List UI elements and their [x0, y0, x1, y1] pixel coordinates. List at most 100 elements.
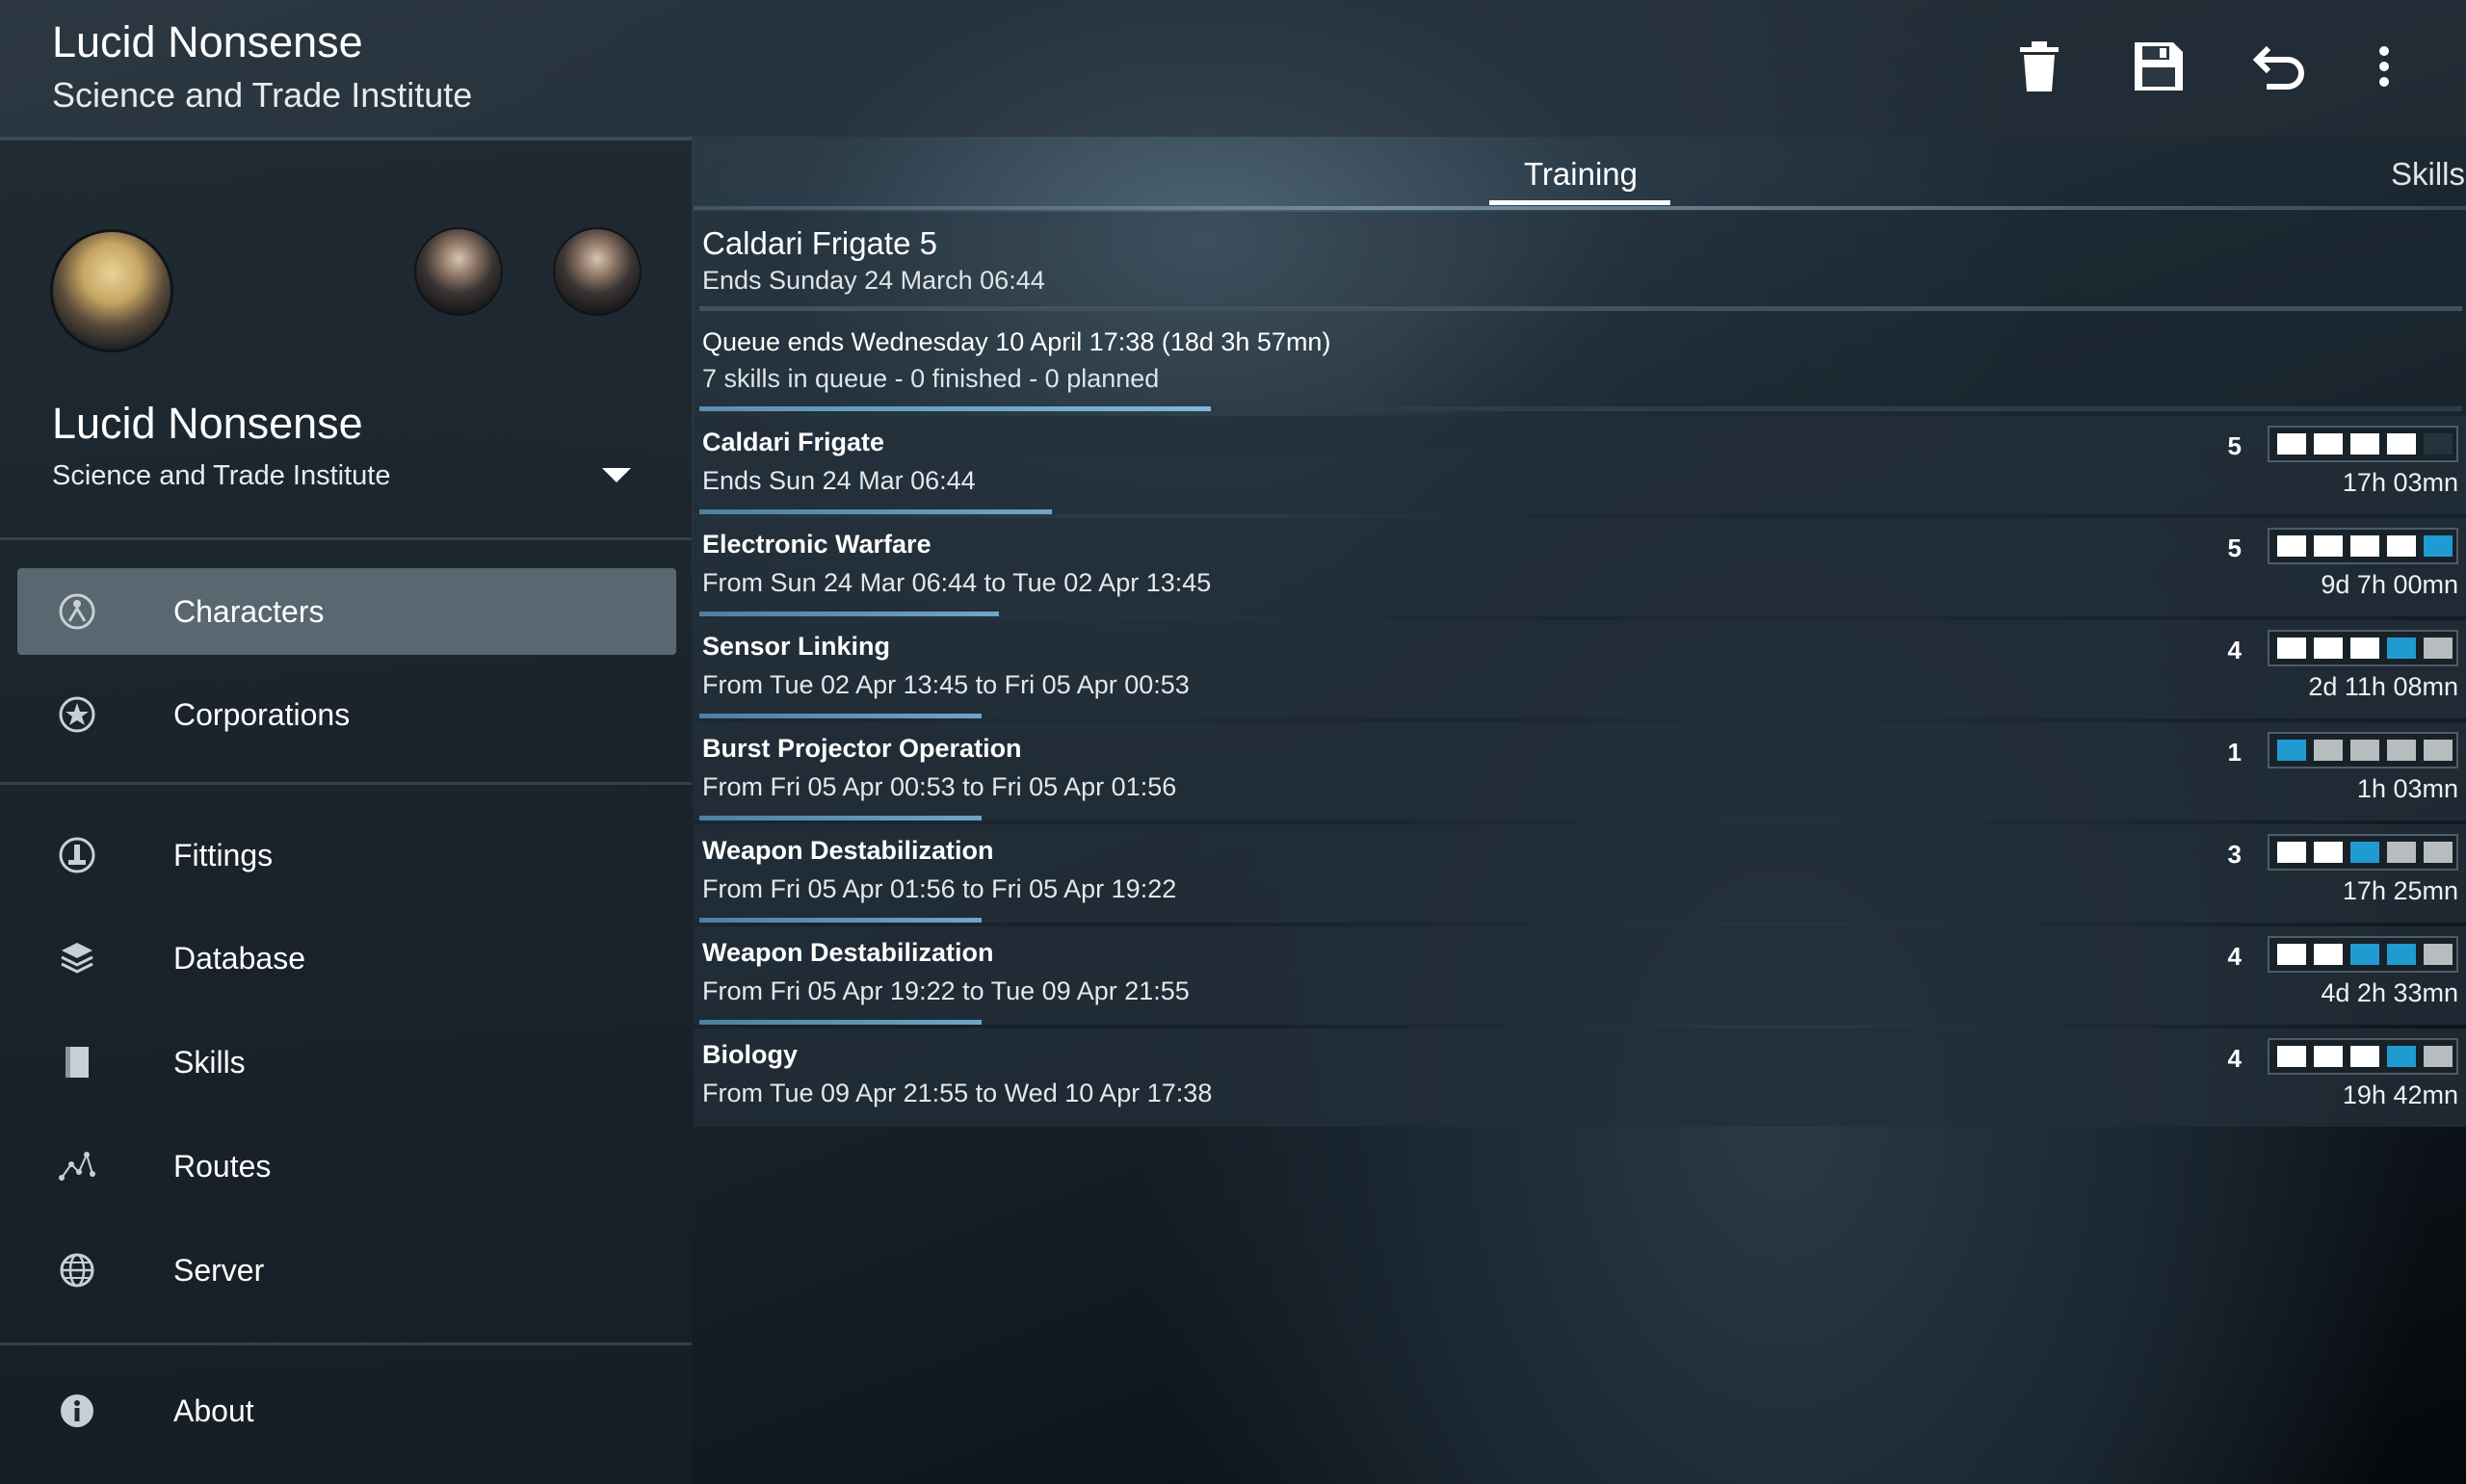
level-cell — [2387, 944, 2416, 965]
skill-queue-row[interactable]: Biology From Tue 09 Apr 21:55 to Wed 10 A… — [694, 1028, 2466, 1127]
skill-name: Electronic Warfare — [702, 530, 931, 559]
character-corp: Science and Trade Institute — [52, 460, 391, 491]
skill-level: 4 — [2227, 1044, 2242, 1073]
skill-duration: 2d 11h 08mn — [2308, 672, 2458, 701]
level-cell — [2277, 638, 2306, 659]
skill-level: 3 — [2227, 840, 2242, 869]
queue-progress-fill — [699, 406, 1211, 411]
skill-duration: 17h 03mn — [2342, 468, 2458, 497]
skill-duration: 4d 2h 33mn — [2321, 978, 2458, 1007]
tab-indicator — [1489, 200, 1670, 205]
skill-progress-bar — [699, 612, 1000, 616]
skill-duration: 19h 42mn — [2342, 1080, 2458, 1109]
nav-item-characters[interactable]: Characters — [17, 568, 676, 655]
database-icon — [58, 939, 96, 977]
level-cell — [2424, 842, 2453, 863]
nav-item-database[interactable]: Database — [17, 915, 676, 1002]
level-indicator — [2268, 1038, 2458, 1075]
skills-icon — [58, 1043, 96, 1081]
skill-progress-bar — [699, 714, 982, 718]
level-cell — [2350, 638, 2379, 659]
skill-progress-bar — [699, 509, 1052, 514]
skill-time-range: From Fri 05 Apr 01:56 to Fri 05 Apr 19:2… — [702, 874, 1177, 903]
nav-label: Database — [173, 940, 305, 976]
nav-label: Server — [173, 1252, 265, 1288]
nav-label: Characters — [173, 593, 325, 629]
level-indicator — [2268, 732, 2458, 768]
tab-training[interactable]: Training — [1524, 156, 1638, 193]
level-indicator — [2268, 936, 2458, 973]
nav-item-skills[interactable]: Skills — [17, 1019, 676, 1106]
nav-item-about[interactable]: About — [17, 1367, 676, 1454]
navigation-drawer: Lucid Nonsense Science and Trade Institu… — [0, 137, 692, 1484]
nav-label: Routes — [173, 1148, 272, 1184]
level-indicator — [2268, 834, 2458, 871]
skill-level: 5 — [2227, 431, 2242, 460]
skill-progress-bar — [699, 918, 982, 923]
nav-item-routes[interactable]: Routes — [17, 1123, 676, 1210]
avatar-secondary[interactable] — [414, 227, 503, 316]
nav-label: Fittings — [173, 837, 274, 872]
skill-time-range: From Tue 02 Apr 13:45 to Fri 05 Apr 00:5… — [702, 670, 1190, 699]
tab-skills[interactable]: Skills — [2391, 156, 2465, 193]
nav-label: Corporations — [173, 696, 351, 732]
app-bar: Lucid Nonsense Science and Trade Institu… — [0, 0, 2466, 137]
skill-duration: 17h 25mn — [2342, 876, 2458, 905]
nav-item-server[interactable]: Server — [17, 1227, 676, 1314]
nav-label: About — [173, 1393, 254, 1428]
app-title: Lucid Nonsense — [52, 17, 363, 66]
level-cell — [2424, 535, 2453, 557]
skill-level: 1 — [2227, 738, 2242, 767]
nav-item-corporations[interactable]: Corporations — [17, 671, 676, 758]
level-indicator — [2268, 528, 2458, 564]
level-cell — [2277, 944, 2306, 965]
level-cell — [2314, 638, 2343, 659]
skill-queue-row[interactable]: Caldari Frigate Ends Sun 24 Mar 06:44 5 17h… — [694, 416, 2466, 514]
skill-name: Sensor Linking — [702, 632, 891, 661]
level-cell — [2314, 842, 2343, 863]
routes-icon — [58, 1147, 96, 1185]
skill-queue-row[interactable]: Electronic Warfare From Sun 24 Mar 06:44 … — [694, 518, 2466, 616]
divider — [0, 537, 692, 540]
level-cell — [2314, 944, 2343, 965]
skill-time-range: From Fri 05 Apr 19:22 to Tue 09 Apr 21:5… — [702, 976, 1190, 1005]
level-cell — [2424, 433, 2453, 455]
skill-time-range: From Fri 05 Apr 00:53 to Fri 05 Apr 01:5… — [702, 772, 1177, 801]
skill-queue-row[interactable]: Weapon Destabilization From Fri 05 Apr 01… — [694, 824, 2466, 923]
skill-level: 4 — [2227, 942, 2242, 971]
skill-queue-row[interactable]: Burst Projector Operation From Fri 05 Apr… — [694, 722, 2466, 820]
skill-progress-bar — [699, 816, 982, 820]
level-cell — [2277, 842, 2306, 863]
queue-ends: Queue ends Wednesday 10 April 17:38 (18d… — [702, 327, 1331, 356]
level-cell — [2350, 740, 2379, 761]
level-indicator — [2268, 630, 2458, 666]
more-vert-icon[interactable] — [2350, 33, 2418, 100]
undo-icon[interactable] — [2246, 33, 2314, 100]
corporations-icon — [58, 695, 96, 734]
fittings-icon — [58, 836, 96, 874]
tab-bar: Training Skills — [694, 137, 2466, 212]
dropdown-arrow-icon[interactable] — [602, 468, 631, 482]
level-cell — [2277, 433, 2306, 455]
avatar[interactable] — [50, 229, 173, 352]
skill-time-range: From Sun 24 Mar 06:44 to Tue 02 Apr 13:4… — [702, 568, 1212, 597]
skill-queue-row[interactable]: Weapon Destabilization From Fri 05 Apr 19… — [694, 926, 2466, 1025]
trash-icon[interactable] — [2006, 33, 2073, 100]
skill-name: Burst Projector Operation — [702, 734, 1022, 763]
skill-duration: 9d 7h 00mn — [2321, 570, 2458, 599]
level-cell — [2277, 1046, 2306, 1067]
queue-summary: 7 skills in queue - 0 finished - 0 plann… — [702, 364, 1160, 393]
level-cell — [2424, 740, 2453, 761]
skill-level: 5 — [2227, 534, 2242, 562]
level-cell — [2350, 842, 2379, 863]
level-indicator — [2268, 426, 2458, 462]
characters-icon — [58, 592, 96, 631]
save-icon[interactable] — [2125, 33, 2192, 100]
level-cell — [2387, 740, 2416, 761]
divider — [0, 782, 692, 785]
level-cell — [2387, 842, 2416, 863]
nav-item-fittings[interactable]: Fittings — [17, 812, 676, 898]
avatar-tertiary[interactable] — [553, 227, 642, 316]
skill-queue-row[interactable]: Sensor Linking From Tue 02 Apr 13:45 to F… — [694, 620, 2466, 718]
level-cell — [2350, 1046, 2379, 1067]
